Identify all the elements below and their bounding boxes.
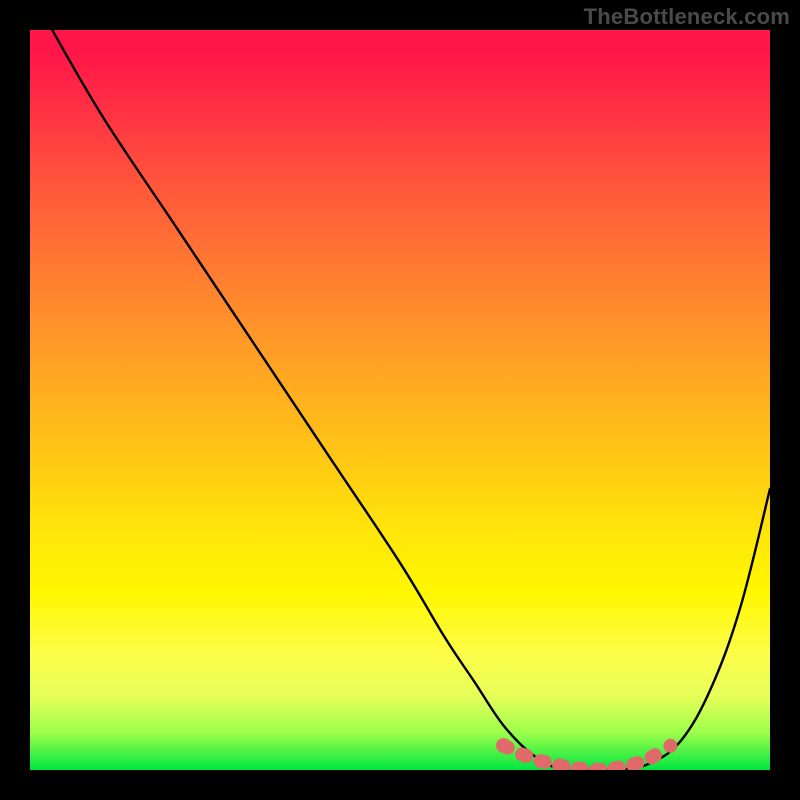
chart-frame: TheBottleneck.com xyxy=(0,0,800,800)
plot-area xyxy=(30,30,770,770)
watermark-text: TheBottleneck.com xyxy=(584,4,790,30)
optimal-range-markers xyxy=(30,30,770,770)
